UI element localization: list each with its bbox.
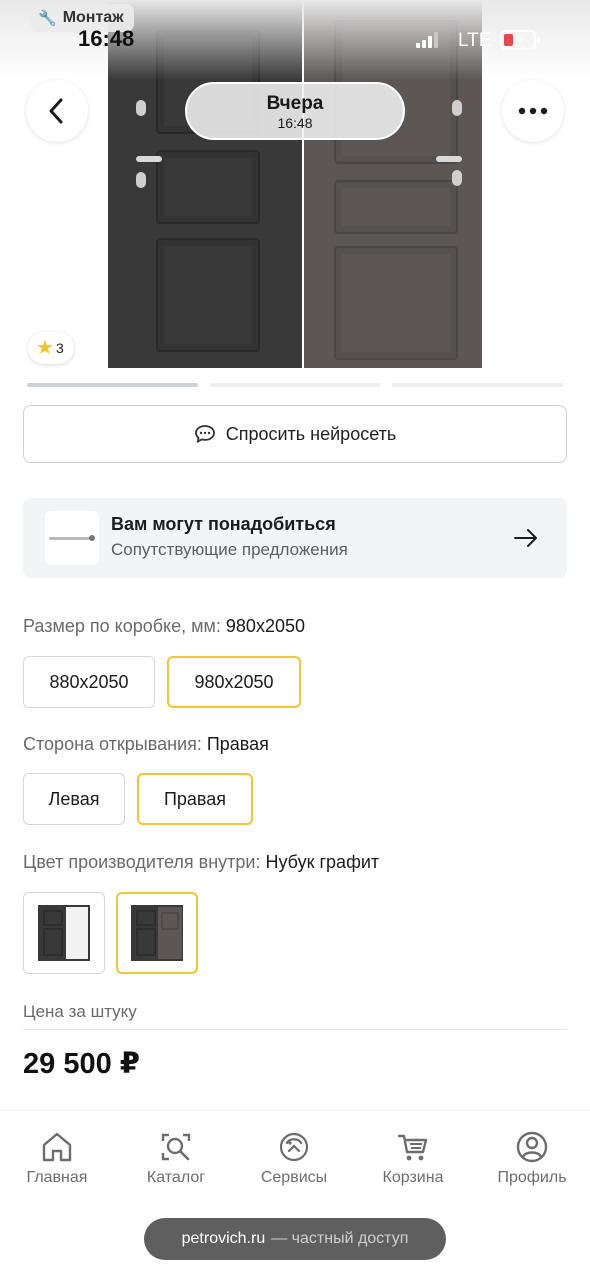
wrench-icon: 🔧 — [38, 10, 57, 27]
divider — [23, 1029, 567, 1030]
tab-catalog[interactable]: Каталог — [121, 1131, 231, 1187]
tab-services[interactable]: Сервисы — [239, 1131, 349, 1187]
side-option-left[interactable]: Левая — [23, 773, 125, 825]
door-white-inside-thumbnail — [38, 905, 90, 961]
date-pill: Вчера 16:48 — [185, 82, 405, 140]
related-thumbnail — [45, 511, 99, 565]
back-button[interactable] — [26, 80, 88, 142]
color-label-row: Цвет производителя внутри: Нубук графит — [23, 852, 379, 873]
star-icon: ★ — [36, 337, 54, 359]
side-label: Сторона открывания: — [23, 734, 202, 754]
tab-cart[interactable]: Корзина — [358, 1131, 468, 1187]
chevron-left-icon — [49, 98, 63, 124]
home-icon — [42, 1132, 72, 1162]
gallery-indicator-3[interactable] — [392, 383, 563, 387]
signal-icon — [416, 32, 438, 48]
url-domain: petrovich.ru — [181, 1230, 266, 1247]
size-label-row: Размер по коробке, мм: 980x2050 — [23, 616, 305, 637]
date-time: 16:48 — [277, 115, 313, 131]
side-option-right[interactable]: Правая — [137, 773, 253, 825]
tab-catalog-label: Каталог — [146, 1169, 206, 1186]
gallery-indicator-2[interactable] — [210, 383, 380, 387]
battery-charging-icon — [500, 30, 540, 50]
more-button[interactable] — [502, 80, 564, 142]
browser-url-pill[interactable]: petrovich.ru — частный доступ — [144, 1218, 446, 1260]
price-value: 29 500 ₽ — [23, 1048, 140, 1080]
url-private-note: — частный доступ — [271, 1230, 409, 1247]
rating-value: 3 — [55, 340, 64, 356]
network-type: LTE — [458, 30, 492, 51]
related-title: Вам могут понадобиться — [111, 514, 336, 534]
tab-cart-label: Корзина — [382, 1169, 444, 1186]
color-swatch-nubuk-graphite[interactable] — [116, 892, 198, 974]
catalog-search-icon — [161, 1133, 191, 1161]
back-to-app-label: Монтаж — [62, 9, 124, 26]
product-image-gallery[interactable]: 🔧 Монтаж 16:48 LTE Вчера 16:48 ★ 3 — [0, 0, 590, 372]
ask-ai-button[interactable]: Спросить нейросеть — [23, 405, 567, 463]
color-swatch-white-inside[interactable] — [23, 892, 105, 974]
gallery-indicator-1[interactable] — [27, 383, 198, 387]
rating-badge[interactable]: ★ 3 — [28, 332, 74, 364]
tab-services-label: Сервисы — [260, 1169, 328, 1186]
color-value: Нубук графит — [265, 852, 380, 872]
side-value: Правая — [206, 734, 269, 754]
size-label: Размер по коробке, мм: — [23, 616, 221, 636]
size-option-880x2050[interactable]: 880x2050 — [23, 656, 155, 708]
status-time: 16:48 — [78, 26, 135, 51]
more-dots-icon — [518, 107, 548, 115]
side-label-row: Сторона открывания: Правая — [23, 734, 269, 755]
chat-bubble-icon — [194, 425, 215, 444]
arrow-right-icon — [514, 529, 537, 547]
cart-icon — [397, 1134, 428, 1161]
related-products-banner[interactable]: Вам могут понадобиться Сопутствующие пре… — [23, 498, 567, 578]
related-subtitle: Сопутствующие предложения — [111, 540, 348, 559]
size-value: 980x2050 — [225, 616, 305, 636]
tab-profile-label: Профиль — [497, 1169, 567, 1186]
tab-home-label: Главная — [26, 1169, 88, 1186]
profile-icon — [516, 1131, 548, 1163]
door-graphite-thumbnail — [131, 905, 183, 961]
size-option-980x2050[interactable]: 980x2050 — [167, 656, 301, 708]
date-day: Вчера — [266, 93, 324, 114]
ask-ai-label: Спросить нейросеть — [225, 423, 397, 444]
tab-profile[interactable]: Профиль — [477, 1131, 587, 1187]
services-icon — [279, 1132, 309, 1162]
color-label: Цвет производителя внутри: — [23, 852, 261, 872]
tab-home[interactable]: Главная — [2, 1131, 112, 1187]
price-label: Цена за штуку — [23, 1002, 137, 1021]
